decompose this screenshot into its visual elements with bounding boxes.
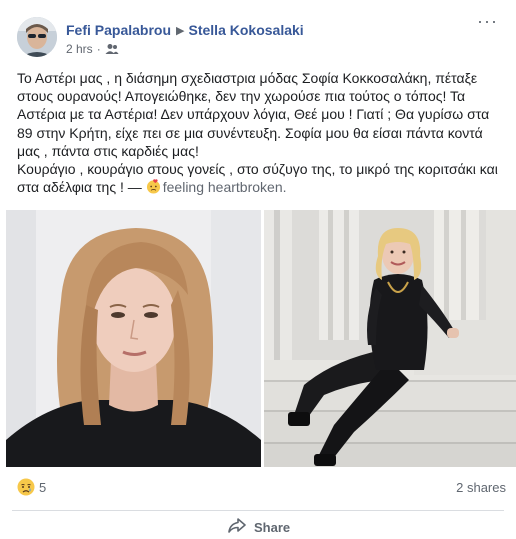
shares-count[interactable]: 2 shares <box>456 478 506 498</box>
post-meta: 2 hrs · <box>66 41 119 57</box>
post-paragraph-2: Κουράγιο , κουράγιο στους γονείς , στο σ… <box>17 160 503 196</box>
feeling-label[interactable]: feeling heartbroken. <box>163 179 287 195</box>
author-name-link[interactable]: Fefi Papalabrou <box>66 22 171 38</box>
more-options-icon[interactable]: ··· <box>477 12 498 30</box>
heartbroken-emoji-icon <box>146 179 161 194</box>
avatar-image <box>17 17 57 57</box>
author-line: Fefi Papalabrou ▶ Stella Kokosalaki <box>66 21 304 41</box>
share-label: Share <box>254 519 291 535</box>
post-card: Fefi Papalabrou ▶ Stella Kokosalaki 2 hrs ·… <box>0 0 516 539</box>
post-timestamp[interactable]: 2 hrs <box>66 42 93 56</box>
action-divider <box>12 510 504 511</box>
share-button[interactable]: Share <box>228 515 290 539</box>
seated-woman-image <box>264 210 516 467</box>
photo-portrait[interactable] <box>6 210 261 467</box>
meta-separator: · <box>96 42 101 56</box>
reaction-summary[interactable]: 5 <box>17 478 46 498</box>
photo-seated[interactable] <box>264 210 516 467</box>
author-avatar[interactable] <box>17 17 57 57</box>
sad-reaction-icon <box>17 478 35 496</box>
post-paragraph-1: Το Αστέρι μας , η διάσημη σχεδιαστρια μό… <box>17 70 490 159</box>
target-name-link[interactable]: Stella Kokosalaki <box>189 22 304 38</box>
friends-icon[interactable] <box>105 42 119 56</box>
portrait-image <box>6 210 261 467</box>
share-icon <box>228 517 254 537</box>
caret-right-icon: ▶ <box>176 25 185 37</box>
photo-grid <box>0 210 516 467</box>
reaction-count: 5 <box>39 480 47 495</box>
post-text: Το Αστέρι μας , η διάσημη σχεδιαστρια μό… <box>17 69 503 196</box>
